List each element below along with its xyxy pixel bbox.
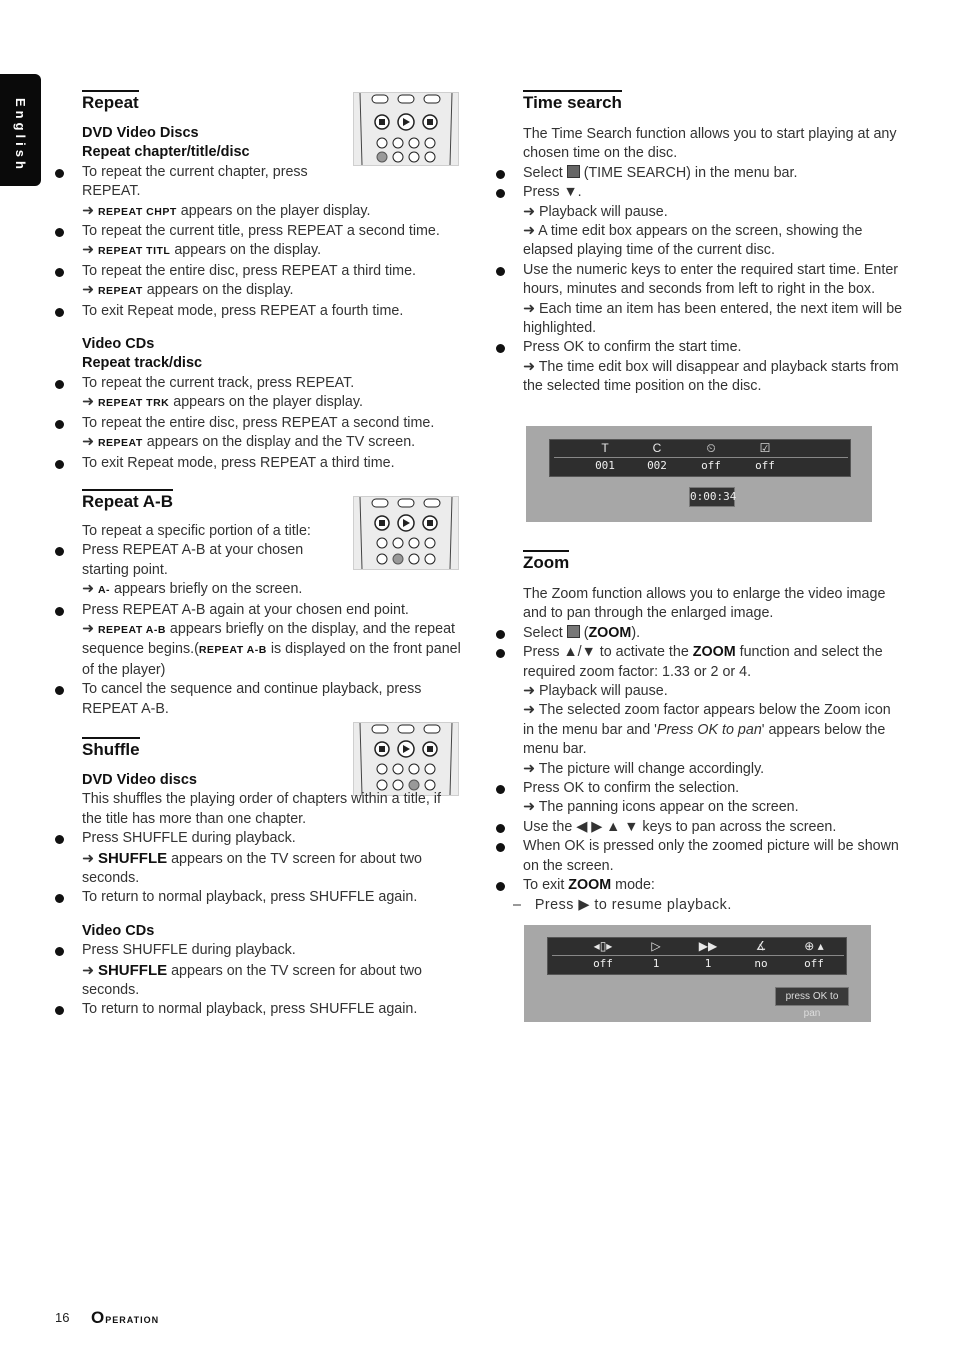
list-item: To repeat the entire disc, press REPEAT … <box>54 414 464 433</box>
repeat-ab-title: Repeat A-B <box>82 489 173 511</box>
list-item: When OK is pressed only the zoomed pictu… <box>495 837 905 876</box>
osd-value: 002 <box>647 459 667 472</box>
list-item: Use the ◀ ▶ ▲ ▼ keys to pan across the s… <box>495 818 905 837</box>
repeat-dvd-heading: DVD Video Discs <box>82 125 199 141</box>
osd-menu-bar: T C ⏲ ☑ 001 002 off off <box>549 439 851 477</box>
shuffle-dvd-intro: This shuffles the playing order of chapt… <box>82 791 441 827</box>
list-item: To exit ZOOM mode: <box>495 876 905 895</box>
section-footer: Operation <box>91 1308 160 1327</box>
list-item: Select (ZOOM). <box>495 624 905 643</box>
list-item: Press REPEAT A-B at your chosen starting… <box>54 541 322 580</box>
list-item: To cancel the sequence and continue play… <box>54 680 464 719</box>
language-tab: English <box>0 74 41 186</box>
angle-icon: ∡ <box>755 939 767 953</box>
result-line: ➜ REPEAT TITL appears on the display. <box>82 242 322 259</box>
repeat-vcd-subheading: Repeat track/disc <box>82 355 203 372</box>
time-edit-box: 0:00:34 <box>689 487 736 507</box>
press-ok-hint: press OK to pan <box>775 987 849 1019</box>
time-search-title: Time search <box>523 90 622 112</box>
zoom-title: Zoom <box>523 550 570 572</box>
list-item: Press OK to confirm the start time. <box>495 338 905 357</box>
list-item: To repeat the current track, press REPEA… <box>54 374 464 393</box>
list-item: To exit Repeat mode, press REPEAT a four… <box>54 302 464 321</box>
aspect-icon: ◂▯▸ <box>593 939 613 953</box>
result-line: ➜ Each time an item has been entered, th… <box>523 300 903 337</box>
time-search-intro: The Time Search function allows you to s… <box>523 126 897 162</box>
osd-value: off <box>593 957 613 970</box>
list-item: To repeat the current chapter, press REP… <box>54 163 312 202</box>
sub-item: – Press ▶ to resume playback. <box>513 896 732 913</box>
chapter-icon: C <box>652 441 662 455</box>
result-line: ➜ A time edit box appears on the screen,… <box>523 223 863 259</box>
osd-value: off <box>755 459 775 472</box>
clock-icon: ⏲ <box>706 441 716 455</box>
page-number: 16 <box>55 1310 70 1325</box>
osd-value: off <box>701 459 721 472</box>
result-line: ➜ A- appears briefly on the screen. <box>82 581 303 598</box>
checkbox-icon: ☑ <box>759 441 771 455</box>
result-line: ➜ Playback will pause. <box>523 683 668 700</box>
repeat-dvd-section: DVD Video Discs Repeat chapter/title/dis… <box>54 124 464 473</box>
repeat-vcd-heading: Video CDs <box>82 336 155 353</box>
list-item: To return to normal playback, press SHUF… <box>54 1000 464 1019</box>
title-icon: T <box>601 441 609 455</box>
repeat-ab-intro: To repeat a specific portion of a title: <box>82 523 311 539</box>
zoom-icon: ⊕ ▴ <box>804 939 824 953</box>
list-item: Press ▼. <box>495 183 905 202</box>
repeat-title: Repeat <box>82 90 139 112</box>
list-item: Press SHUFFLE during playback. <box>54 829 464 848</box>
shuffle-title: Shuffle <box>82 737 140 759</box>
list-item: To exit Repeat mode, press REPEAT a thir… <box>54 454 464 473</box>
zoom-section: The Zoom function allows you to enlarge … <box>495 585 905 915</box>
list-item: Press ▲/▼ to activate the ZOOM function … <box>495 643 905 682</box>
result-line: ➜ REPEAT appears on the display. <box>82 282 294 299</box>
result-line: ➜ REPEAT A-B appears briefly on the disp… <box>82 621 461 678</box>
zoom-intro: The Zoom function allows you to enlarge … <box>523 586 886 622</box>
result-line: ➜ Playback will pause. <box>523 203 668 220</box>
list-item: To repeat the current title, press REPEA… <box>54 222 464 241</box>
shuffle-dvd-heading: DVD Video discs <box>82 772 197 788</box>
list-item: To repeat the entire disc, press REPEAT … <box>54 262 464 281</box>
osd-value: off <box>804 957 824 970</box>
shuffle-section: DVD Video discs This shuffles the playin… <box>54 771 464 1020</box>
list-item: Press REPEAT A-B again at your chosen en… <box>54 601 464 620</box>
time-search-section: The Time Search function allows you to s… <box>495 125 905 397</box>
zoom-magnifier-icon <box>566 624 580 638</box>
osd-value: 001 <box>595 459 615 472</box>
result-line: ➜ The picture will change accordingly. <box>523 760 765 777</box>
list-item: To return to normal playback, press SHUF… <box>54 888 464 907</box>
time-search-osd-screenshot: T C ⏲ ☑ 001 002 off off 0:00:34 <box>526 426 872 522</box>
fast-motion-icon: ▶▶ <box>698 939 718 953</box>
time-search-icon <box>566 164 580 178</box>
result-line: ➜ REPEAT TRK appears on the player displ… <box>82 394 363 411</box>
result-line: ➜ REPEAT CHPT appears on the player disp… <box>82 202 371 219</box>
list-item: Press OK to confirm the selection. <box>495 779 905 798</box>
result-line: ➜ SHUFFLE appears on the TV screen for a… <box>82 961 422 999</box>
shuffle-vcd-heading: Video CDs <box>82 922 155 939</box>
repeat-dvd-subheading: Repeat chapter/title/disc <box>82 144 250 161</box>
list-item: Select (TIME SEARCH) in the menu bar. <box>495 164 905 183</box>
result-line: ➜ SHUFFLE appears on the TV screen for a… <box>82 849 422 887</box>
zoom-osd-screenshot: ◂▯▸ ▷ ▶▶ ∡ ⊕ ▴ off 1 1 no off press OK t… <box>524 925 871 1022</box>
osd-menu-bar: ◂▯▸ ▷ ▶▶ ∡ ⊕ ▴ off 1 1 no off <box>547 937 847 975</box>
result-line: ➜ The time edit box will disappear and p… <box>523 358 899 395</box>
result-line: ➜ The panning icons appear on the screen… <box>523 799 799 816</box>
result-line: ➜ REPEAT appears on the display and the … <box>82 434 416 451</box>
osd-value: no <box>754 957 768 970</box>
result-line: ➜ The selected zoom factor appears below… <box>523 702 891 758</box>
list-item: Use the numeric keys to enter the requir… <box>495 261 905 300</box>
osd-value: 1 <box>652 957 660 970</box>
list-item: Press SHUFFLE during playback. <box>54 941 464 960</box>
slow-motion-icon: ▷ <box>651 939 661 953</box>
repeat-ab-section: To repeat a specific portion of a title:… <box>54 522 464 719</box>
osd-value: 1 <box>704 957 712 970</box>
language-label: English <box>13 98 28 173</box>
